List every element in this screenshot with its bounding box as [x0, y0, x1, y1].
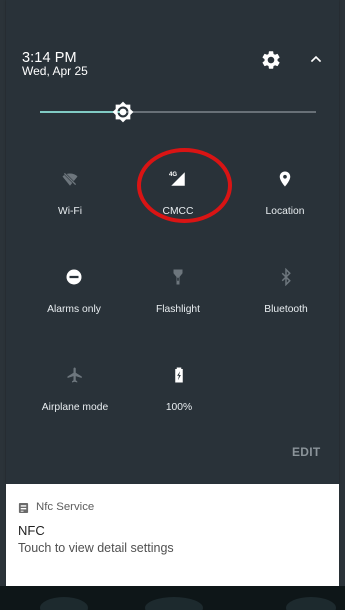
background-app-peek: [0, 586, 345, 610]
status-date: Wed, Apr 25: [22, 64, 88, 78]
tile-label-flashlight: Flashlight: [155, 304, 201, 315]
red-highlight-circle: [137, 148, 232, 223]
flashlight-icon: [173, 269, 183, 285]
status-time: 3:14 PM: [22, 50, 77, 66]
notification-title: NFC: [18, 523, 45, 538]
quick-settings-screen: 3:14 PM Wed, Apr 25 Wi-Fi 4G CMCC Locati…: [0, 0, 345, 610]
edit-button[interactable]: EDIT: [292, 445, 321, 459]
gear-icon[interactable]: [260, 49, 282, 71]
tile-battery[interactable]: 100%: [132, 366, 226, 428]
chevron-up-icon[interactable]: [308, 51, 324, 67]
tile-label-airplane-mode: Airplane mode: [41, 402, 109, 413]
tile-alarms-only[interactable]: Alarms only: [27, 268, 121, 330]
tile-label-alarms-only: Alarms only: [47, 304, 101, 315]
notification-body: Touch to view detail settings: [18, 541, 174, 555]
tile-wifi[interactable]: Wi-Fi: [23, 170, 117, 232]
battery-charging-icon: [175, 367, 183, 383]
tile-label-wifi: Wi-Fi: [57, 206, 82, 217]
tile-label-battery: 100%: [165, 402, 193, 413]
bluetooth-icon: [281, 268, 291, 286]
tile-location[interactable]: Location: [238, 170, 332, 232]
tile-flashlight[interactable]: Flashlight: [131, 268, 225, 330]
do-not-disturb-icon: [66, 269, 82, 285]
location-pin-icon: [279, 171, 291, 187]
tile-airplane-mode[interactable]: Airplane mode: [28, 366, 122, 428]
nfc-service-icon: [18, 502, 29, 514]
airplane-icon: [67, 367, 82, 383]
wifi-off-icon: [62, 172, 78, 186]
brightness-slider-fill: [40, 111, 123, 113]
quick-settings-panel: 3:14 PM Wed, Apr 25 Wi-Fi 4G CMCC Locati…: [6, 0, 339, 484]
nfc-notification[interactable]: Nfc Service NFC Touch to view detail set…: [6, 484, 339, 586]
brightness-icon[interactable]: [112, 101, 134, 123]
tile-label-bluetooth: Bluetooth: [264, 304, 308, 315]
notification-app-name: Nfc Service: [36, 501, 95, 513]
tile-label-location: Location: [265, 206, 305, 217]
tile-bluetooth[interactable]: Bluetooth: [239, 268, 333, 330]
